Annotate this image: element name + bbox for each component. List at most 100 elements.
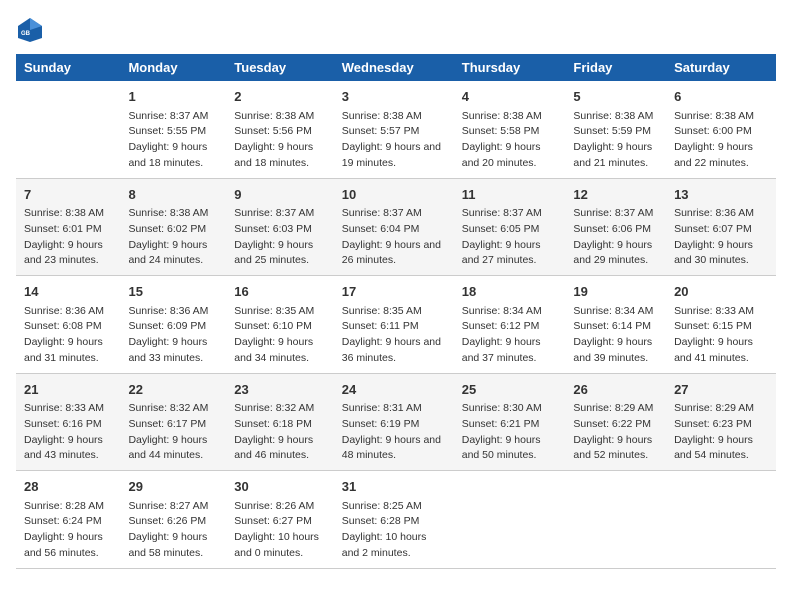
calendar-cell: [454, 471, 566, 569]
day-number: 14: [24, 282, 112, 302]
calendar-cell: 21Sunrise: 8:33 AMSunset: 6:16 PMDayligh…: [16, 373, 120, 471]
sunrise-text: Sunrise: 8:37 AM: [342, 206, 446, 222]
sunset-text: Sunset: 6:21 PM: [462, 417, 558, 433]
sunrise-text: Sunrise: 8:35 AM: [234, 304, 325, 320]
svg-text:GB: GB: [21, 31, 31, 37]
calendar-cell: [666, 471, 776, 569]
calendar-week-row: 7Sunrise: 8:38 AMSunset: 6:01 PMDaylight…: [16, 178, 776, 276]
day-number: 7: [24, 185, 112, 205]
sunset-text: Sunset: 6:19 PM: [342, 417, 446, 433]
day-number: 31: [342, 477, 446, 497]
sunrise-text: Sunrise: 8:29 AM: [674, 401, 768, 417]
header-tuesday: Tuesday: [226, 54, 333, 81]
day-number: 30: [234, 477, 325, 497]
calendar-cell: 3Sunrise: 8:38 AMSunset: 5:57 PMDaylight…: [334, 81, 454, 178]
daylight-text: Daylight: 9 hours and 34 minutes.: [234, 335, 325, 367]
header-sunday: Sunday: [16, 54, 120, 81]
sunrise-text: Sunrise: 8:26 AM: [234, 499, 325, 515]
daylight-text: Daylight: 9 hours and 31 minutes.: [24, 335, 112, 367]
sunset-text: Sunset: 6:01 PM: [24, 222, 112, 238]
daylight-text: Daylight: 9 hours and 36 minutes.: [342, 335, 446, 367]
sunset-text: Sunset: 6:03 PM: [234, 222, 325, 238]
calendar-cell: 23Sunrise: 8:32 AMSunset: 6:18 PMDayligh…: [226, 373, 333, 471]
sunrise-text: Sunrise: 8:38 AM: [24, 206, 112, 222]
day-number: 13: [674, 185, 768, 205]
calendar-cell: [565, 471, 666, 569]
calendar-cell: 18Sunrise: 8:34 AMSunset: 6:12 PMDayligh…: [454, 276, 566, 374]
day-number: 1: [128, 87, 218, 107]
calendar-cell: 13Sunrise: 8:36 AMSunset: 6:07 PMDayligh…: [666, 178, 776, 276]
header-monday: Monday: [120, 54, 226, 81]
day-number: 2: [234, 87, 325, 107]
sunrise-text: Sunrise: 8:35 AM: [342, 304, 446, 320]
daylight-text: Daylight: 9 hours and 20 minutes.: [462, 140, 558, 172]
sunrise-text: Sunrise: 8:27 AM: [128, 499, 218, 515]
day-number: 22: [128, 380, 218, 400]
sunset-text: Sunset: 5:59 PM: [573, 124, 658, 140]
calendar-week-row: 21Sunrise: 8:33 AMSunset: 6:16 PMDayligh…: [16, 373, 776, 471]
daylight-text: Daylight: 9 hours and 50 minutes.: [462, 433, 558, 465]
sunrise-text: Sunrise: 8:33 AM: [674, 304, 768, 320]
sunset-text: Sunset: 6:23 PM: [674, 417, 768, 433]
day-number: 25: [462, 380, 558, 400]
sunset-text: Sunset: 6:05 PM: [462, 222, 558, 238]
daylight-text: Daylight: 9 hours and 27 minutes.: [462, 238, 558, 270]
daylight-text: Daylight: 9 hours and 19 minutes.: [342, 140, 446, 172]
sunset-text: Sunset: 6:10 PM: [234, 319, 325, 335]
sunrise-text: Sunrise: 8:38 AM: [674, 109, 768, 125]
day-number: 21: [24, 380, 112, 400]
header-thursday: Thursday: [454, 54, 566, 81]
sunset-text: Sunset: 6:14 PM: [573, 319, 658, 335]
header-friday: Friday: [565, 54, 666, 81]
sunrise-text: Sunrise: 8:29 AM: [573, 401, 658, 417]
daylight-text: Daylight: 9 hours and 46 minutes.: [234, 433, 325, 465]
calendar-cell: 30Sunrise: 8:26 AMSunset: 6:27 PMDayligh…: [226, 471, 333, 569]
daylight-text: Daylight: 9 hours and 29 minutes.: [573, 238, 658, 270]
sunrise-text: Sunrise: 8:32 AM: [234, 401, 325, 417]
day-number: 8: [128, 185, 218, 205]
calendar-cell: 20Sunrise: 8:33 AMSunset: 6:15 PMDayligh…: [666, 276, 776, 374]
daylight-text: Daylight: 9 hours and 39 minutes.: [573, 335, 658, 367]
daylight-text: Daylight: 9 hours and 56 minutes.: [24, 530, 112, 562]
sunrise-text: Sunrise: 8:32 AM: [128, 401, 218, 417]
day-number: 9: [234, 185, 325, 205]
sunrise-text: Sunrise: 8:37 AM: [128, 109, 218, 125]
daylight-text: Daylight: 9 hours and 52 minutes.: [573, 433, 658, 465]
daylight-text: Daylight: 9 hours and 54 minutes.: [674, 433, 768, 465]
daylight-text: Daylight: 9 hours and 43 minutes.: [24, 433, 112, 465]
sunset-text: Sunset: 6:06 PM: [573, 222, 658, 238]
calendar-cell: 10Sunrise: 8:37 AMSunset: 6:04 PMDayligh…: [334, 178, 454, 276]
calendar-cell: 25Sunrise: 8:30 AMSunset: 6:21 PMDayligh…: [454, 373, 566, 471]
sunrise-text: Sunrise: 8:36 AM: [24, 304, 112, 320]
day-number: 4: [462, 87, 558, 107]
header-saturday: Saturday: [666, 54, 776, 81]
sunset-text: Sunset: 6:24 PM: [24, 514, 112, 530]
sunrise-text: Sunrise: 8:33 AM: [24, 401, 112, 417]
daylight-text: Daylight: 9 hours and 24 minutes.: [128, 238, 218, 270]
sunrise-text: Sunrise: 8:37 AM: [234, 206, 325, 222]
calendar-cell: 6Sunrise: 8:38 AMSunset: 6:00 PMDaylight…: [666, 81, 776, 178]
header-wednesday: Wednesday: [334, 54, 454, 81]
daylight-text: Daylight: 9 hours and 23 minutes.: [24, 238, 112, 270]
calendar-cell: 16Sunrise: 8:35 AMSunset: 6:10 PMDayligh…: [226, 276, 333, 374]
calendar-cell: 5Sunrise: 8:38 AMSunset: 5:59 PMDaylight…: [565, 81, 666, 178]
sunrise-text: Sunrise: 8:28 AM: [24, 499, 112, 515]
sunset-text: Sunset: 5:56 PM: [234, 124, 325, 140]
daylight-text: Daylight: 9 hours and 37 minutes.: [462, 335, 558, 367]
calendar-cell: 17Sunrise: 8:35 AMSunset: 6:11 PMDayligh…: [334, 276, 454, 374]
daylight-text: Daylight: 9 hours and 25 minutes.: [234, 238, 325, 270]
day-number: 5: [573, 87, 658, 107]
sunrise-text: Sunrise: 8:38 AM: [573, 109, 658, 125]
sunset-text: Sunset: 6:28 PM: [342, 514, 446, 530]
sunset-text: Sunset: 6:07 PM: [674, 222, 768, 238]
logo-icon: GB: [16, 16, 44, 44]
sunrise-text: Sunrise: 8:31 AM: [342, 401, 446, 417]
sunrise-text: Sunrise: 8:34 AM: [573, 304, 658, 320]
daylight-text: Daylight: 9 hours and 22 minutes.: [674, 140, 768, 172]
day-number: 11: [462, 185, 558, 205]
sunset-text: Sunset: 6:27 PM: [234, 514, 325, 530]
calendar-cell: 29Sunrise: 8:27 AMSunset: 6:26 PMDayligh…: [120, 471, 226, 569]
calendar-cell: 15Sunrise: 8:36 AMSunset: 6:09 PMDayligh…: [120, 276, 226, 374]
daylight-text: Daylight: 9 hours and 41 minutes.: [674, 335, 768, 367]
sunset-text: Sunset: 6:11 PM: [342, 319, 446, 335]
